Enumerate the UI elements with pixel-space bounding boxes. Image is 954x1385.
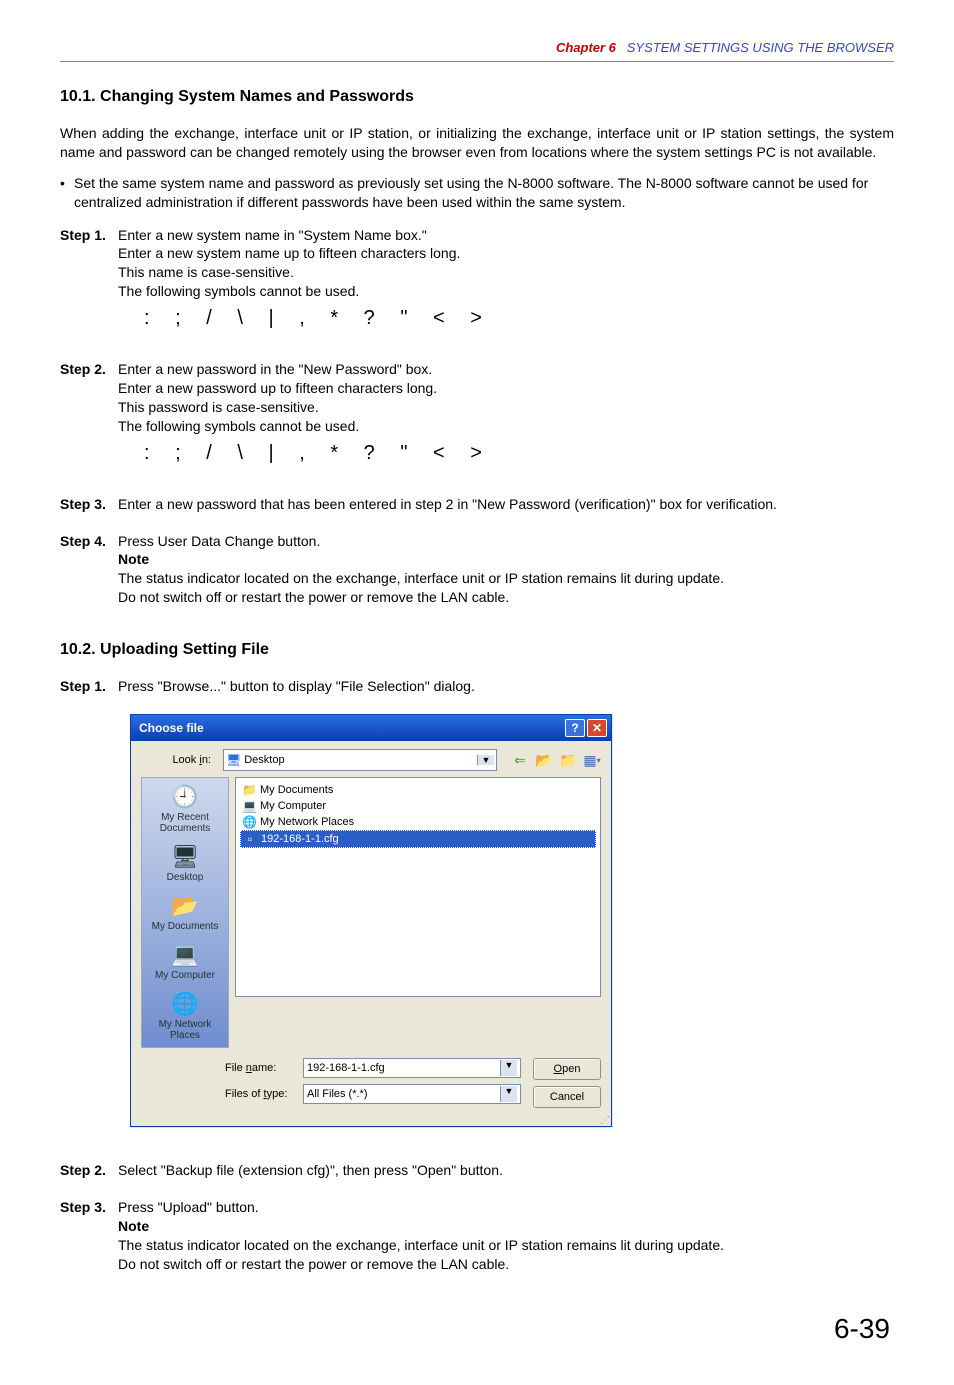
step1-line2: Enter a new system name up to fifteen ch… <box>118 244 894 263</box>
step2-line4: The following symbols cannot be used. <box>118 417 894 436</box>
chevron-down-icon[interactable]: ▼ <box>500 1060 517 1076</box>
chevron-down-icon[interactable]: ▼ <box>477 755 494 765</box>
filename-input[interactable]: 192-168-1-1.cfg ▼ <box>303 1058 521 1078</box>
close-icon[interactable]: ✕ <box>587 719 607 737</box>
filename-value: 192-168-1-1.cfg <box>307 1062 385 1074</box>
place-recent-label: My Recent Documents <box>146 812 224 834</box>
step4-label: Step 4. <box>60 532 118 608</box>
s2-step3-body: Press "Upload" button. <box>118 1198 894 1217</box>
filename-label: File name: <box>225 1062 295 1074</box>
filetype-select[interactable]: All Files (*.*) ▼ <box>303 1084 521 1104</box>
step1-line4: The following symbols cannot be used. <box>118 282 894 301</box>
desktop-icon: 🖥 <box>226 753 241 767</box>
section1-bullet: Set the same system name and password as… <box>74 174 894 212</box>
dialog-titlebar[interactable]: Choose file ? ✕ <box>131 715 611 741</box>
step3-body: Enter a new password that has been enter… <box>118 495 894 514</box>
s2-note-l2: Do not switch off or restart the power o… <box>118 1255 894 1274</box>
step4-line1: Press User Data Change button. <box>118 532 894 551</box>
back-icon[interactable]: ⇐ <box>511 751 529 769</box>
chapter-label: Chapter 6 <box>556 40 616 55</box>
chapter-title: SYSTEM SETTINGS USING THE BROWSER <box>627 40 894 55</box>
mycomputer-icon: 💻 <box>170 942 200 968</box>
recent-documents-icon: 🕘 <box>170 784 200 810</box>
step2-label: Step 2. <box>60 360 118 477</box>
list-item[interactable]: 🌐 My Network Places <box>240 814 596 830</box>
resize-grip-icon[interactable]: ⋰ <box>131 1118 611 1126</box>
s2-step2-body: Select "Backup file (extension cfg)", th… <box>118 1161 894 1180</box>
desktop-place-icon: 🖥 <box>170 844 200 870</box>
look-in-value: Desktop <box>244 754 284 766</box>
place-mynet[interactable]: 🌐 My Network Places <box>146 991 224 1041</box>
s2-note-l1: The status indicator located on the exch… <box>118 1236 894 1255</box>
step1-label: Step 1. <box>60 226 118 343</box>
step1-line1: Enter a new system name in "System Name … <box>118 226 894 245</box>
file-icon: ▫ <box>243 832 257 846</box>
mynetwork-icon: 🌐 <box>170 991 200 1017</box>
step1-line3: This name is case-sensitive. <box>118 263 894 282</box>
computer-icon: 💻 <box>242 799 256 813</box>
s2-step1-body: Press "Browse..." button to display "Fil… <box>118 677 894 696</box>
look-in-label: Look in: <box>141 754 217 766</box>
help-icon[interactable]: ? <box>565 719 585 737</box>
list-item[interactable]: 📁 My Documents <box>240 782 596 798</box>
list-item-label: 192-168-1-1.cfg <box>261 833 339 845</box>
page-header: Chapter 6 SYSTEM SETTINGS USING THE BROW… <box>60 40 894 62</box>
place-mydocs-label: My Documents <box>152 921 219 932</box>
list-item-selected[interactable]: ▫ 192-168-1-1.cfg <box>240 830 596 848</box>
folder-icon: 📁 <box>242 783 256 797</box>
open-button[interactable]: Open <box>533 1058 601 1080</box>
network-icon: 🌐 <box>242 815 256 829</box>
s2-step2-label: Step 2. <box>60 1161 118 1180</box>
step2-symbols: : ; / \ | , * ? " < > <box>118 440 894 467</box>
step2-line3: This password is case-sensitive. <box>118 398 894 417</box>
place-mycomp[interactable]: 💻 My Computer <box>146 942 224 981</box>
look-in-select[interactable]: 🖥 Desktop ▼ <box>223 749 497 771</box>
place-mycomp-label: My Computer <box>155 970 215 981</box>
choose-file-dialog: Choose file ? ✕ Look in: 🖥 Desktop ▼ ⇐ 📂… <box>130 714 612 1127</box>
step2-line1: Enter a new password in the "New Passwor… <box>118 360 894 379</box>
bullet-icon: • <box>60 174 74 212</box>
place-desktop-label: Desktop <box>167 872 204 883</box>
section1-intro: When adding the exchange, interface unit… <box>60 124 894 162</box>
place-recent[interactable]: 🕘 My Recent Documents <box>146 784 224 834</box>
cancel-button[interactable]: Cancel <box>533 1086 601 1108</box>
list-item[interactable]: 💻 My Computer <box>240 798 596 814</box>
s2-step1-label: Step 1. <box>60 677 118 696</box>
section-10-2-heading: 10.2. Uploading Setting File <box>60 641 894 659</box>
page-number: 6-39 <box>60 1313 894 1345</box>
mydocuments-icon: 📂 <box>170 893 200 919</box>
list-item-label: My Network Places <box>260 816 354 828</box>
filetype-value: All Files (*.*) <box>307 1088 368 1100</box>
step4-note-l1: The status indicator located on the exch… <box>118 569 894 588</box>
step2-line2: Enter a new password up to fifteen chara… <box>118 379 894 398</box>
new-folder-icon[interactable]: 📁 <box>559 751 577 769</box>
list-item-label: My Computer <box>260 800 326 812</box>
file-list[interactable]: 📁 My Documents 💻 My Computer 🌐 My Networ… <box>235 777 601 997</box>
section-10-1-heading: 10.1. Changing System Names and Password… <box>60 88 894 106</box>
places-bar: 🕘 My Recent Documents 🖥 Desktop 📂 My Doc… <box>141 777 229 1048</box>
view-menu-icon[interactable]: ▦▾ <box>583 751 601 769</box>
up-folder-icon[interactable]: 📂 <box>535 751 553 769</box>
place-mydocs[interactable]: 📂 My Documents <box>146 893 224 932</box>
place-desktop[interactable]: 🖥 Desktop <box>146 844 224 883</box>
step3-label: Step 3. <box>60 495 118 514</box>
filetype-label: Files of type: <box>225 1088 295 1100</box>
step4-note-l2: Do not switch off or restart the power o… <box>118 588 894 607</box>
s2-note-label: Note <box>118 1217 894 1236</box>
dialog-title-text: Choose file <box>139 721 204 735</box>
place-mynet-label: My Network Places <box>146 1019 224 1041</box>
step4-note-label: Note <box>118 550 894 569</box>
list-item-label: My Documents <box>260 784 333 796</box>
step1-symbols: : ; / \ | , * ? " < > <box>118 305 894 332</box>
s2-step3-label: Step 3. <box>60 1198 118 1274</box>
chevron-down-icon[interactable]: ▼ <box>500 1086 517 1102</box>
